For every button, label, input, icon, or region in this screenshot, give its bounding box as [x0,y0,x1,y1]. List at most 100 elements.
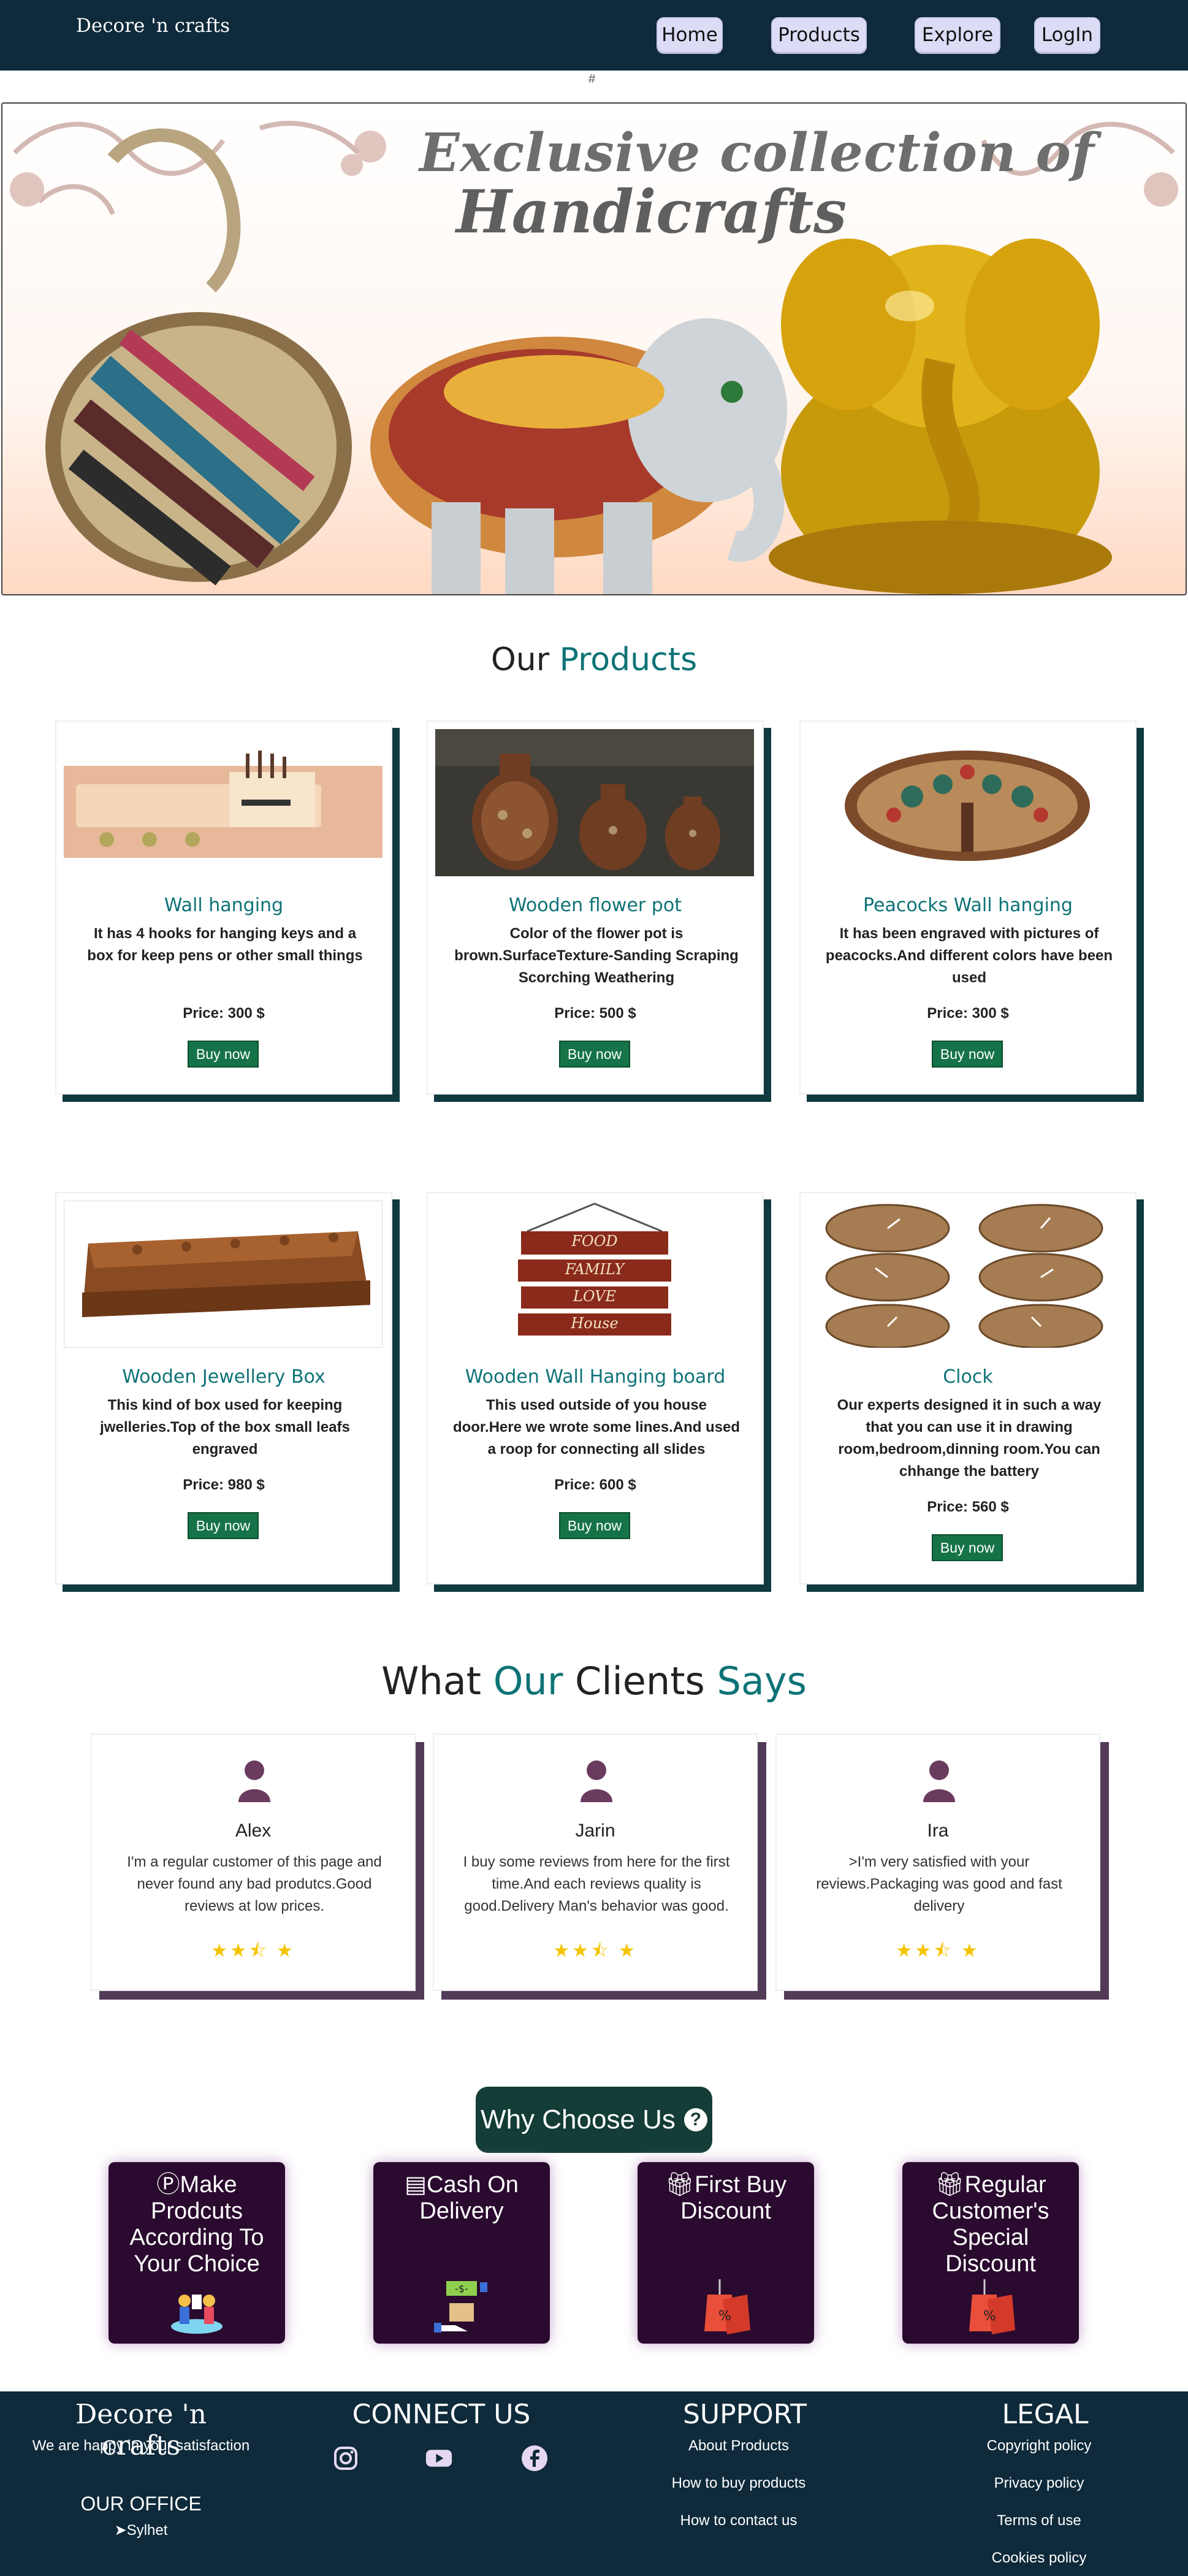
board-word-family: FAMILY [565,1261,625,1278]
money-card-icon: ▤ [405,2172,427,2198]
buy-now-button[interactable]: Buy now [932,1041,1003,1068]
product-card: Peacocks Wall hanging It has been engrav… [799,720,1137,1095]
product-price: Price: 300 $ [183,1005,265,1022]
product-description: This used outside of you house door.Here… [452,1397,741,1458]
why-card-title: First Buy Discount [680,2172,787,2224]
product-description: It has been engraved with pictures of pe… [825,925,1113,986]
products-title-word-products: Products [559,641,698,678]
product-price: Price: 500 $ [554,1005,636,1022]
footer-office-title: OUR OFFICE [80,2493,202,2515]
review-card: Alex I'm a regular customer of this page… [91,1733,416,1991]
why-card: ⓅMake Prodcuts According To Your Choice [109,2162,285,2344]
banner-title-line2: Handicrafts [456,177,847,247]
products-title-word-our: Our [490,641,550,678]
reviewer-name: Jarin [575,1821,615,1841]
hero-banner: Exclusive collection of Handicrafts [1,102,1187,595]
footer: Decore 'n crafts We are happy in your sa… [0,2391,1188,2576]
board-word-love: LOVE [573,1288,617,1305]
user-avatar-icon [923,1760,955,1802]
user-avatar-icon [238,1760,270,1802]
facebook-icon[interactable] [521,2445,548,2472]
why-card: ▤Cash On Delivery -$- [373,2162,550,2344]
reviews-title-word-our: Our [493,1659,563,1703]
why-card-title: Cash On Delivery [419,2172,519,2224]
discount-tag-icon: % [969,2279,1015,2334]
wall-board-words: FOOD FAMILY LOVE House [435,1201,754,1348]
footer-link-how-to-buy[interactable]: How to buy products [638,2475,840,2492]
nav-home-button[interactable]: Home [657,17,723,53]
footer-link-copyright[interactable]: Copyright policy [938,2437,1140,2455]
footer-link-privacy[interactable]: Privacy policy [938,2475,1140,2492]
product-title[interactable]: Wall hanging [56,895,391,916]
reviewer-name: Ira [927,1821,949,1841]
nav-products-button[interactable]: Products [771,17,867,53]
reviews-title-word-says: Says [717,1659,807,1703]
product-card: FOOD FAMILY LOVE House Wooden Wall Hangi… [427,1192,764,1584]
footer-link-about-products[interactable]: About Products [638,2437,840,2455]
footer-connect-title: CONNECT US [352,2399,531,2430]
product-price: Price: 600 $ [554,1477,636,1493]
why-card-title: Make Prodcuts According To Your Choice [129,2172,264,2277]
wall-hanging-image [64,729,383,876]
product-card: Wooden Jewellery Box This kind of box us… [55,1192,392,1584]
navbar: Decore 'n crafts Home Products Explore L… [0,0,1188,71]
anchor-hash: # [588,72,596,86]
footer-link-how-to-contact[interactable]: How to contact us [638,2512,840,2529]
banner-title-line1: Exclusive collection of [419,122,1095,184]
footer-support-title: SUPPORT [682,2399,807,2430]
products-section-title: Our Products [0,641,1188,678]
gift-icon: 🎁︎ [935,2172,965,2198]
nav-explore-button[interactable]: Explore [915,17,1000,53]
svg-text:-$-: -$- [455,2283,468,2295]
buy-now-button[interactable]: Buy now [559,1512,630,1539]
why-card: 🎁︎First Buy Discount % [638,2162,814,2344]
question-icon: ? [683,2108,707,2131]
footer-tagline: We are happy in your satisfaction [32,2437,250,2454]
why-card: 🎁︎Regular Customer's Special Discount % [902,2162,1079,2344]
svg-text:%: % [718,2309,731,2324]
review-card: Ira >I'm very satisfied with your review… [775,1733,1100,1991]
review-text: I'm a regular customer of this page and … [127,1854,382,1914]
buy-now-button[interactable]: Buy now [932,1534,1003,1561]
product-title[interactable]: Clock [801,1366,1135,1388]
buy-now-button[interactable]: Buy now [559,1041,630,1068]
footer-link-cookies[interactable]: Cookies policy [938,2550,1140,2567]
buy-now-button[interactable]: Buy now [188,1041,259,1068]
star-rating-icon: ★★⯪ ★ [553,1941,638,1961]
nav-login-button[interactable]: LogIn [1034,17,1100,53]
footer-office-location: ➤Sylhet [80,2521,202,2539]
instagram-icon[interactable] [332,2445,359,2472]
why-choose-us-badge: Why Choose Us ? [476,2087,712,2153]
footer-link-terms[interactable]: Terms of use [938,2512,1140,2529]
elephant-image [370,318,787,594]
star-rating-icon: ★★⯪ ★ [896,1941,980,1961]
youtube-icon[interactable] [425,2445,452,2472]
star-rating-icon: ★★⯪ ★ [211,1941,295,1961]
office-city: Sylhet [126,2522,168,2539]
product-icon: Ⓟ [156,2172,180,2198]
product-title[interactable]: Wooden flower pot [428,895,763,916]
product-title[interactable]: Wooden Jewellery Box [56,1366,391,1388]
ganesha-image [769,239,1112,594]
brand-logo[interactable]: Decore 'n crafts [76,15,230,37]
board-word-food: FOOD [571,1233,618,1250]
user-avatar-icon [581,1760,612,1802]
svg-text:%: % [983,2309,996,2324]
location-arrow-icon: ➤ [114,2522,127,2539]
product-description: Color of the flower pot is brown.Surface… [454,925,739,986]
reviewer-name: Alex [235,1821,272,1841]
product-description: Our experts designed it in such a way th… [837,1397,1102,1480]
product-card: Clock Our experts designed it in such a … [799,1192,1137,1584]
buy-now-button[interactable]: Buy now [188,1512,259,1539]
gift-icon: 🎁︎ [664,2172,695,2198]
product-card: Wall hanging It has 4 hooks for hanging … [55,720,392,1095]
footer-legal-title: LEGAL [1002,2399,1089,2430]
review-card: Jarin I buy some reviews from here for t… [433,1733,758,1991]
product-title[interactable]: Wooden Wall Hanging board [428,1366,763,1388]
flower-pot-image [435,729,754,876]
product-description: It has 4 hooks for hanging keys and a bo… [87,925,363,964]
product-title[interactable]: Peacocks Wall hanging [801,895,1135,916]
product-price: Price: 300 $ [927,1005,1009,1022]
people-shopping-icon [171,2295,223,2334]
pouch-image [45,128,352,586]
